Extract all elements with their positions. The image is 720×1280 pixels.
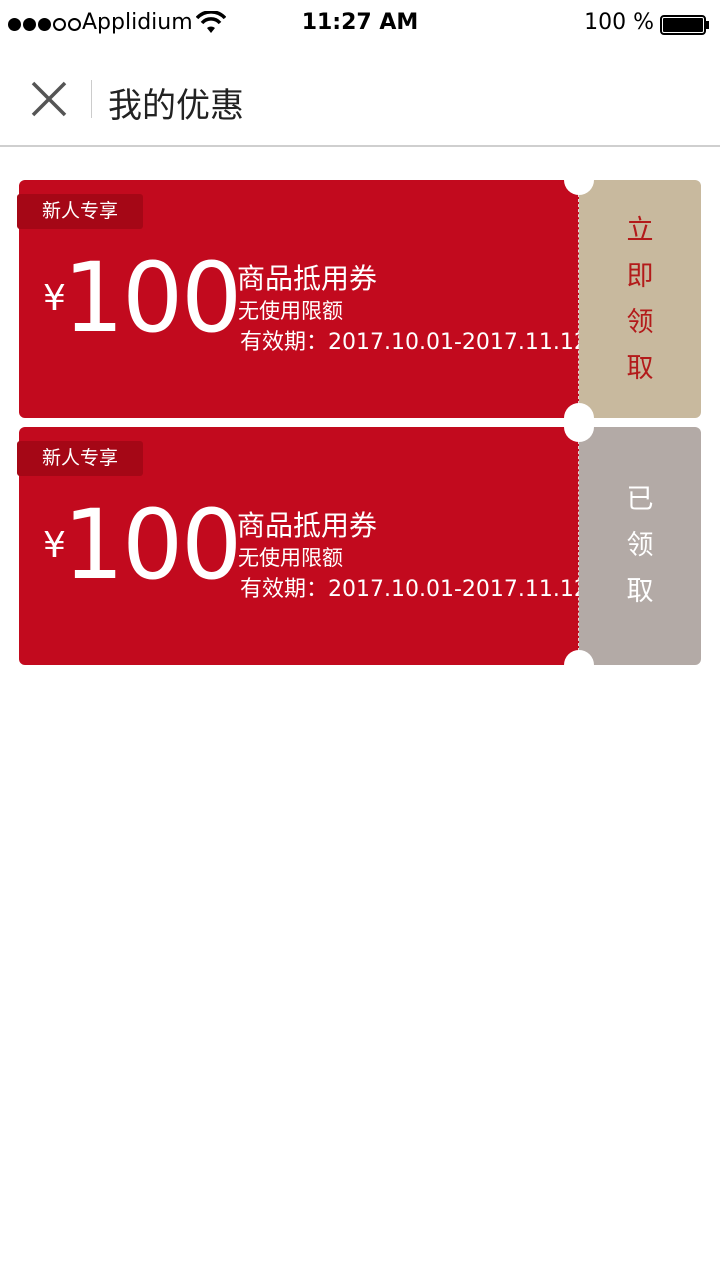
close-icon[interactable] bbox=[30, 80, 68, 118]
coupon-name: 商品抵用券 bbox=[237, 262, 378, 295]
nav-bar: 我的优惠 bbox=[0, 50, 720, 147]
claimed-status-label: 已 领 取 bbox=[626, 484, 654, 607]
coupon-notch bbox=[564, 165, 594, 195]
coupon-name: 商品抵用券 bbox=[237, 509, 378, 542]
coupon-validity: 有效期：2017.10.01-2017.11.12 bbox=[240, 577, 588, 602]
new-user-badge: 新人专享 bbox=[17, 194, 143, 229]
coupon-amount: 100 bbox=[63, 489, 242, 601]
coupon-limit: 无使用限额 bbox=[238, 299, 343, 323]
claimed-status: 已 领 取 bbox=[579, 427, 701, 665]
coupon-body: 新人专享 ¥ 100 商品抵用券 无使用限额 有效期：2017.10.01-20… bbox=[17, 180, 588, 418]
coupon-validity: 有效期：2017.10.01-2017.11.12 bbox=[240, 330, 588, 355]
coupon-notch bbox=[564, 650, 594, 680]
coupon-notch bbox=[564, 412, 594, 442]
battery-percentage: 100 % bbox=[584, 10, 654, 35]
claim-button[interactable]: 立 即 领 取 bbox=[579, 180, 701, 418]
coupon-body: 新人专享 ¥ 100 商品抵用券 无使用限额 有效期：2017.10.01-20… bbox=[17, 427, 588, 665]
coupon-limit: 无使用限额 bbox=[238, 546, 343, 570]
coupon-card: 新人专享 ¥ 100 商品抵用券 无使用限额 有效期：2017.10.01-20… bbox=[17, 412, 701, 680]
nav-divider bbox=[91, 80, 92, 118]
new-user-badge: 新人专享 bbox=[17, 441, 143, 476]
claim-button-label[interactable]: 立 即 领 取 bbox=[579, 208, 701, 392]
status-bar: Applidium 11:27 AM 100 % bbox=[0, 0, 720, 50]
battery-icon bbox=[660, 15, 709, 35]
coupon-amount: 100 bbox=[63, 242, 242, 354]
coupon-card: 新人专享 ¥ 100 商品抵用券 无使用限额 有效期：2017.10.01-20… bbox=[17, 165, 701, 433]
page-title: 我的优惠 bbox=[108, 86, 244, 126]
